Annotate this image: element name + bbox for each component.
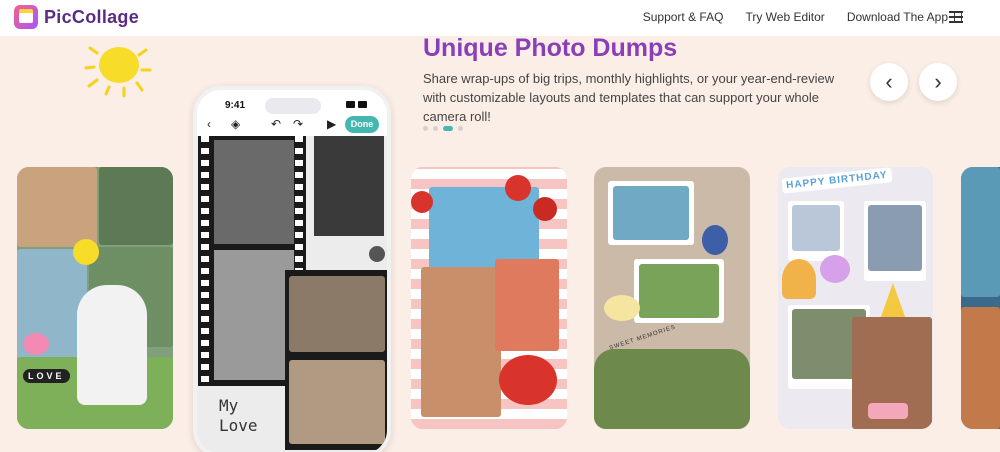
sun-sticker-icon bbox=[84, 46, 152, 98]
dynamic-island bbox=[265, 98, 321, 114]
template-card[interactable] bbox=[961, 167, 1000, 429]
site-header: PicCollage Support & FAQ Try Web Editor … bbox=[0, 0, 1000, 36]
chevron-right-icon: › bbox=[934, 69, 942, 94]
template-card[interactable]: SWEET MEMORIES bbox=[594, 167, 750, 429]
tomato-sticker-icon bbox=[533, 197, 557, 221]
birthday-cake-icon bbox=[868, 403, 908, 419]
happy-birthday-banner: HAPPY BIRTHDAY bbox=[781, 167, 893, 194]
redo-icon[interactable]: ↷ bbox=[293, 117, 303, 131]
collage-photo bbox=[99, 167, 173, 245]
layers-icon[interactable]: ◈ bbox=[231, 117, 240, 131]
carousel-dot[interactable] bbox=[433, 126, 438, 131]
collage-photo bbox=[421, 267, 501, 417]
piccollage-logo-icon bbox=[14, 5, 38, 29]
polaroid-frame bbox=[788, 201, 844, 261]
flower-sticker-icon bbox=[604, 295, 640, 321]
tomato-sticker-icon bbox=[411, 191, 433, 213]
polaroid-frame bbox=[864, 201, 926, 281]
collage-canvas: My Love bbox=[197, 136, 387, 452]
sweet-memories-caption: SWEET MEMORIES bbox=[608, 324, 677, 352]
carousel-dot[interactable] bbox=[458, 126, 463, 131]
heart-sticker-icon bbox=[369, 246, 385, 262]
sticker-line: Love bbox=[219, 416, 258, 435]
collage-photo bbox=[613, 186, 689, 240]
done-button[interactable]: Done bbox=[345, 116, 379, 133]
hero-description: Share wrap-ups of big trips, monthly hig… bbox=[423, 71, 835, 124]
template-card[interactable]: LOVE bbox=[17, 167, 173, 429]
film-photo bbox=[289, 360, 385, 444]
film-sprockets bbox=[201, 136, 209, 386]
template-card[interactable] bbox=[411, 167, 567, 429]
collage-photo bbox=[961, 167, 1000, 297]
status-time: 9:41 bbox=[225, 100, 246, 111]
nav-try-web-editor[interactable]: Try Web Editor bbox=[745, 10, 824, 24]
collage-photo bbox=[495, 259, 559, 351]
love-sticker: LOVE bbox=[23, 369, 70, 383]
battery-icon bbox=[358, 101, 367, 108]
chevron-left-icon: ‹ bbox=[885, 69, 893, 94]
heart-sticker-icon bbox=[23, 333, 49, 355]
play-icon[interactable]: ▶ bbox=[327, 117, 336, 131]
collage-photo bbox=[792, 205, 840, 251]
film-photo bbox=[214, 140, 294, 244]
back-icon[interactable]: ‹ bbox=[207, 117, 211, 131]
status-icons bbox=[346, 101, 367, 108]
carousel-dots bbox=[423, 126, 463, 131]
nav-download-app-label: Download The App bbox=[846, 10, 948, 24]
nav-download-app[interactable]: Download The App bbox=[847, 10, 962, 24]
editor-toolbar: ‹ ◈ ↶ ↷ ▶ Done bbox=[197, 114, 387, 136]
carousel-prev-button[interactable]: ‹ bbox=[870, 63, 908, 101]
collage-photo bbox=[17, 167, 97, 247]
collage-photo bbox=[961, 307, 1000, 429]
flower-sticker-icon bbox=[702, 225, 728, 255]
brand-name: PicCollage bbox=[44, 6, 140, 27]
carousel-dot[interactable] bbox=[423, 126, 428, 131]
my-love-sticker: My Love bbox=[219, 396, 258, 436]
film-photo bbox=[314, 136, 384, 236]
sticker-line: My bbox=[219, 396, 239, 415]
cupcake-sticker-icon bbox=[820, 255, 850, 283]
film-photo bbox=[289, 276, 385, 352]
top-nav: Support & FAQ Try Web Editor Download Th… bbox=[643, 10, 962, 24]
sun-sticker-icon bbox=[73, 239, 99, 265]
polaroid-frame bbox=[634, 259, 724, 323]
nav-support-faq[interactable]: Support & FAQ bbox=[643, 10, 724, 24]
polaroid-frame bbox=[608, 181, 694, 245]
tomato-sticker-icon bbox=[499, 355, 557, 405]
collage-photo bbox=[639, 264, 719, 318]
collage-photo bbox=[594, 349, 750, 429]
carousel-dot-active[interactable] bbox=[443, 126, 453, 131]
status-bar: 9:41 bbox=[197, 96, 387, 114]
cake-sticker-icon bbox=[782, 259, 816, 299]
person-cutout bbox=[77, 285, 147, 405]
undo-icon[interactable]: ↶ bbox=[271, 117, 281, 131]
tomato-sticker-icon bbox=[505, 175, 531, 201]
carousel-next-button[interactable]: › bbox=[919, 63, 957, 101]
hero-title: Unique Photo Dumps bbox=[423, 34, 678, 62]
filmstrip-frame bbox=[285, 270, 387, 450]
phone-mockup: 9:41 ‹ ◈ ↶ ↷ ▶ Done My Love bbox=[193, 86, 391, 452]
signal-icon bbox=[346, 101, 355, 108]
film-photo bbox=[214, 250, 294, 380]
collage-photo bbox=[868, 205, 922, 271]
template-card[interactable]: HAPPY BIRTHDAY bbox=[778, 167, 933, 429]
hamburger-menu-icon[interactable] bbox=[949, 11, 963, 23]
brand-logo[interactable]: PicCollage bbox=[14, 5, 139, 29]
